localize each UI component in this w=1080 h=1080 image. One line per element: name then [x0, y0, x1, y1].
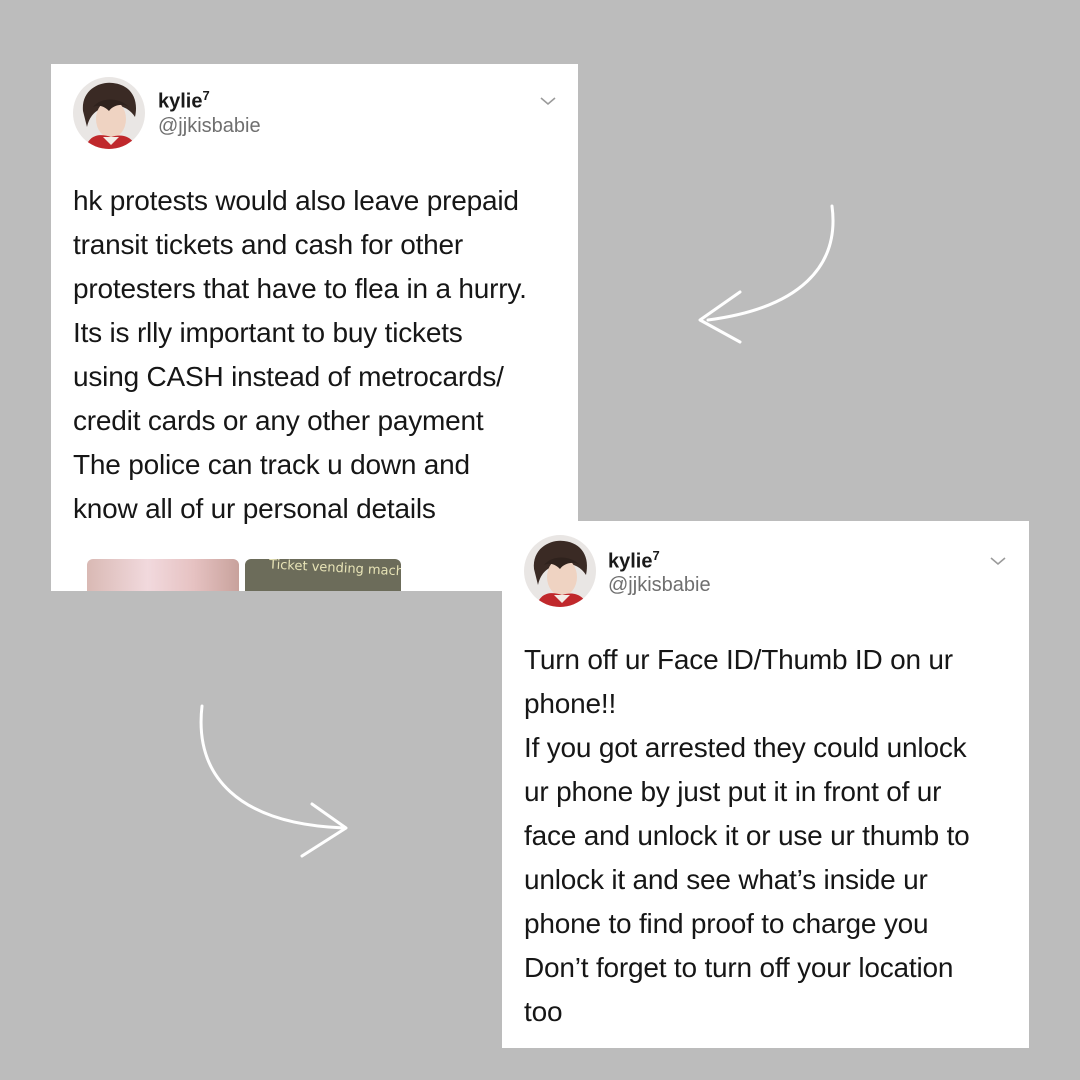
tweet-line: ur phone by just put it in front of ur: [524, 776, 942, 807]
tweet-line: hk protests would also leave prepaid: [73, 185, 519, 216]
tweet-line: phone!!: [524, 688, 617, 719]
tweet-line: credit cards or any other payment: [73, 405, 484, 436]
media-thumbnail[interactable]: [87, 559, 239, 591]
tweet-line: face and unlock it or use ur thumb to: [524, 820, 970, 851]
chevron-down-icon[interactable]: [539, 95, 557, 107]
tweet-text: hk protests would also leave prepaid tra…: [73, 179, 527, 531]
tweet-line: Turn off ur Face ID/Thumb ID on ur: [524, 644, 953, 675]
tweet-line: protesters that have to flea in a hurry.: [73, 273, 527, 304]
display-name[interactable]: kylie7: [608, 548, 660, 574]
user-handle[interactable]: @jjkisbabie: [158, 115, 261, 138]
tweet-card: kylie7 @jjkisbabie hk protests would als…: [51, 64, 578, 591]
curved-arrow-icon: [199, 704, 348, 858]
user-handle[interactable]: @jjkisbabie: [608, 574, 711, 597]
tweet-line: If you got arrested they could unlock: [524, 732, 967, 763]
avatar[interactable]: [524, 535, 596, 607]
tweet-line: unlock it and see what’s inside ur: [524, 864, 928, 895]
media-label: Ticket vending machi: [268, 559, 401, 580]
tweet-line: too: [524, 996, 563, 1027]
curved-arrow-icon: [698, 204, 835, 344]
tweet-line: transit tickets and cash for other: [73, 229, 464, 260]
display-name[interactable]: kylie7: [158, 88, 210, 114]
tweet-line: phone to find proof to charge you: [524, 908, 929, 939]
tweet-line: know all of ur personal details: [73, 493, 436, 524]
tweet-card: kylie7 @jjkisbabie Turn off ur Face ID/T…: [502, 521, 1029, 1048]
tweet-line: The police can track u down and: [73, 449, 470, 480]
tweet-line: Don’t forget to turn off your location: [524, 952, 954, 983]
tweet-line: Its is rlly important to buy tickets: [73, 317, 463, 348]
chevron-down-icon[interactable]: [989, 555, 1007, 567]
avatar[interactable]: [73, 77, 145, 149]
tweet-text: Turn off ur Face ID/Thumb ID on ur phone…: [524, 638, 970, 1034]
media-thumbnail[interactable]: Ticket vending machi: [245, 559, 401, 591]
tweet-line: using CASH instead of metrocards/: [73, 361, 504, 392]
